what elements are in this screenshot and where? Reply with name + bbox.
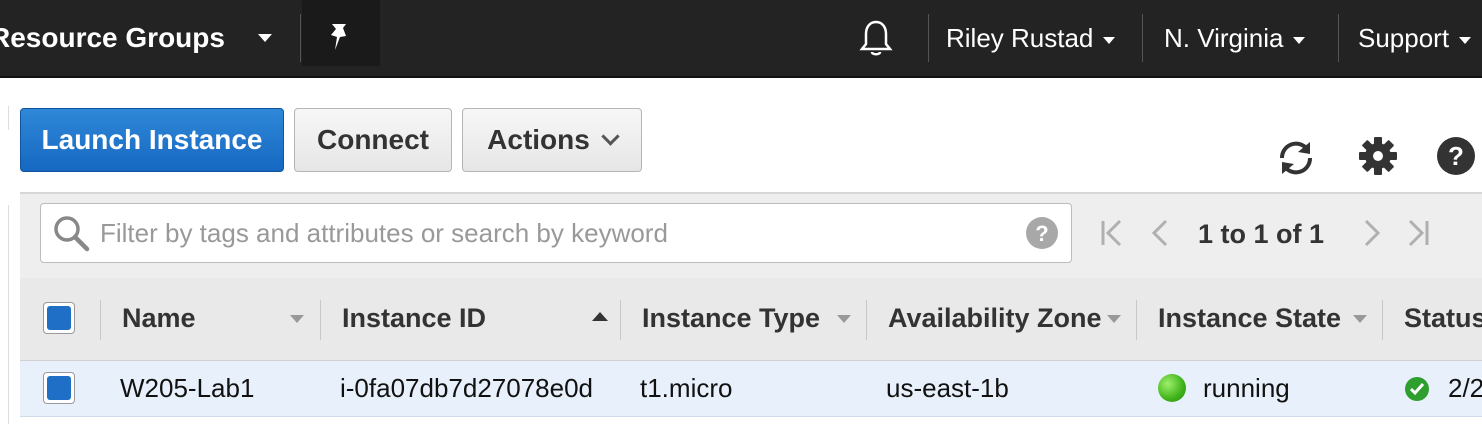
chevron-down-icon [1103,36,1116,44]
cell-status-checks: 2/2 [1448,373,1482,403]
cell-availability-zone: us-east-1b [886,373,1009,403]
chevron-down-icon [1459,36,1472,44]
launch-instance-button[interactable]: Launch Instance [20,108,284,172]
column-divider [320,300,321,340]
column-divider [1382,300,1383,340]
support-menu[interactable]: Support [1358,0,1472,76]
top-nav-bar: Resource Groups Riley Rustad N. Virginia… [0,0,1482,78]
refresh-icon[interactable] [1274,136,1318,180]
check-icon [1405,377,1429,401]
running-status-icon [1158,374,1186,402]
nav-divider [1338,14,1339,62]
cell-instance-state: running [1203,373,1290,403]
select-all-checkbox[interactable] [43,302,75,334]
column-divider [620,300,621,340]
column-divider [866,300,867,340]
cell-instance-type: t1.micro [640,373,733,403]
support-menu-label: Support [1358,23,1450,53]
user-menu[interactable]: Riley Rustad [946,0,1116,76]
cell-name: W205-Lab1 [120,373,255,403]
last-page-icon[interactable] [1402,216,1432,250]
svg-text:?: ? [1035,221,1048,246]
sort-icon[interactable] [1107,315,1121,323]
column-header-instance-type[interactable]: Instance Type [642,278,820,360]
left-gutter [0,106,9,130]
prev-page-icon[interactable] [1146,216,1176,250]
sort-ascending-icon[interactable] [592,312,608,321]
column-header-name[interactable]: Name [122,278,196,360]
search-icon [54,216,90,252]
nav-divider [1142,14,1143,62]
chevron-down-icon[interactable] [258,34,272,42]
column-divider [1136,300,1137,340]
cell-instance-id: i-0fa07db7d27078e0d [340,373,594,403]
actions-button-label: Actions [487,124,590,155]
column-header-instance-id[interactable]: Instance ID [342,278,486,360]
column-header-instance-state[interactable]: Instance State [1158,278,1341,360]
checkbox-fill [47,376,71,400]
gear-icon[interactable] [1356,134,1400,178]
sort-icon[interactable] [1353,315,1367,323]
svg-text:?: ? [1448,141,1464,171]
column-header-status[interactable]: Status [1404,278,1482,360]
help-icon[interactable]: ? [1025,216,1059,250]
bell-icon[interactable] [858,18,894,58]
nav-divider [300,14,301,62]
chevron-down-icon [1293,36,1306,44]
user-menu-label: Riley Rustad [946,23,1094,53]
pagination-label: 1 to 1 of 1 [1198,219,1325,249]
region-menu-label: N. Virginia [1164,23,1284,53]
sort-icon[interactable] [837,315,851,323]
pin-icon[interactable] [326,20,356,54]
column-header-availability-zone[interactable]: Availability Zone [888,278,1102,360]
row-checkbox[interactable] [43,372,75,404]
actions-button[interactable]: Actions [462,108,642,172]
chevron-down-icon [601,127,620,146]
first-page-icon[interactable] [1098,216,1128,250]
checkbox-fill [47,306,71,330]
region-menu[interactable]: N. Virginia [1164,0,1306,76]
column-divider [100,300,101,340]
left-gutter [0,205,9,424]
nav-divider [928,14,929,62]
connect-button[interactable]: Connect [294,108,452,172]
resource-groups-menu[interactable]: Resource Groups [0,0,225,76]
search-input[interactable] [100,210,1010,256]
next-page-icon[interactable] [1356,216,1386,250]
sort-icon[interactable] [290,315,304,323]
help-icon[interactable]: ? [1434,134,1478,178]
